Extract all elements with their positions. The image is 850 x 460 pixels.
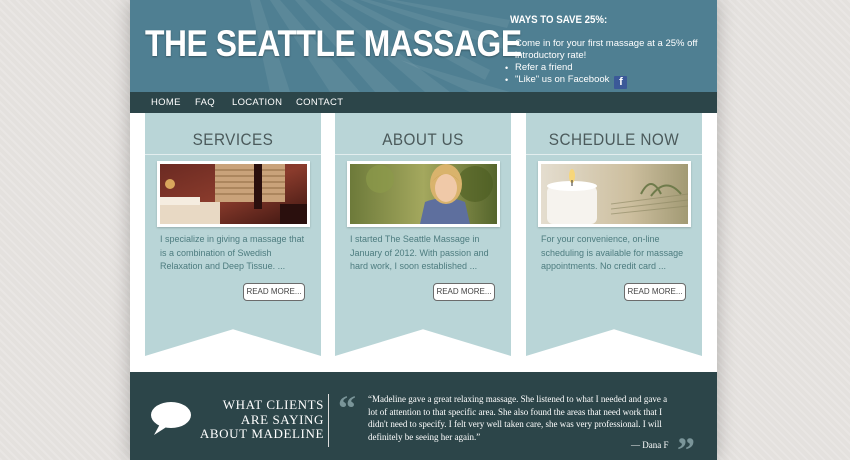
nav-item-contact[interactable]: CONTACT [296,92,343,113]
nav-item-home[interactable]: HOME [151,92,181,113]
savings-list: • Come in for your first massage at a 25%… [505,38,710,89]
read-more-button[interactable]: READ MORE... [624,283,686,301]
testimonials-section: WHAT CLIENTS ARE SAYING ABOUT MADELINE “… [130,372,717,460]
schedule-photo [538,161,691,227]
savings-item: • Refer a friend [505,62,573,73]
portrait-image [350,164,497,224]
divider [145,154,321,155]
services-photo [157,161,310,227]
testimonials-heading: WHAT CLIENTS ARE SAYING ABOUT MADELINE [199,397,324,441]
header: THE SEATTLE MASSAGE WAYS TO SAVE 25%: • C… [130,0,717,92]
open-quote-icon: “ [338,388,356,428]
column-text: I started The Seattle Massage in January… [350,234,489,271]
about-column: ABOUT US I started The Seattle Massage i… [335,113,511,356]
savings-box: WAYS TO SAVE 25%: • Come in for your firs… [505,14,710,89]
testimonial-text: “Madeline gave a great relaxing massage.… [368,394,668,442]
nav-item-faq[interactable]: FAQ [195,92,215,113]
column-title: ABOUT US [382,130,464,149]
column-title: SERVICES [192,130,274,149]
facebook-icon[interactable]: f [614,76,628,89]
read-more-button[interactable]: READ MORE... [433,283,495,301]
candle-image [541,164,688,224]
massage-room-image [160,164,307,224]
savings-item: • "Like" us on Facebook f [505,74,710,89]
close-quote-icon: ” [677,430,695,460]
nav-item-location[interactable]: LOCATION [232,92,282,113]
schedule-column: SCHEDULE NOW For your convenience, on-li… [526,113,702,356]
column-text: For your convenience, on-line scheduling… [541,234,684,271]
site-container: THE SEATTLE MASSAGE WAYS TO SAVE 25%: • C… [130,0,717,460]
testimonial-author: — Dana F [631,440,669,450]
column-text: I specialize in giving a massage that is… [160,234,305,271]
main-nav: HOME FAQ LOCATION CONTACT [130,92,717,113]
divider [526,154,702,155]
savings-title: WAYS TO SAVE 25%: [510,14,608,26]
site-title[interactable]: THE SEATTLE MASSAGE [145,23,522,65]
divider [335,154,511,155]
services-column: SERVICES I specialize in giving a massag… [145,113,321,356]
read-more-button[interactable]: READ MORE... [243,283,305,301]
about-photo [347,161,500,227]
divider [328,394,329,447]
column-title: SCHEDULE NOW [548,130,680,149]
savings-item: • Come in for your first massage at a 25%… [505,38,698,61]
